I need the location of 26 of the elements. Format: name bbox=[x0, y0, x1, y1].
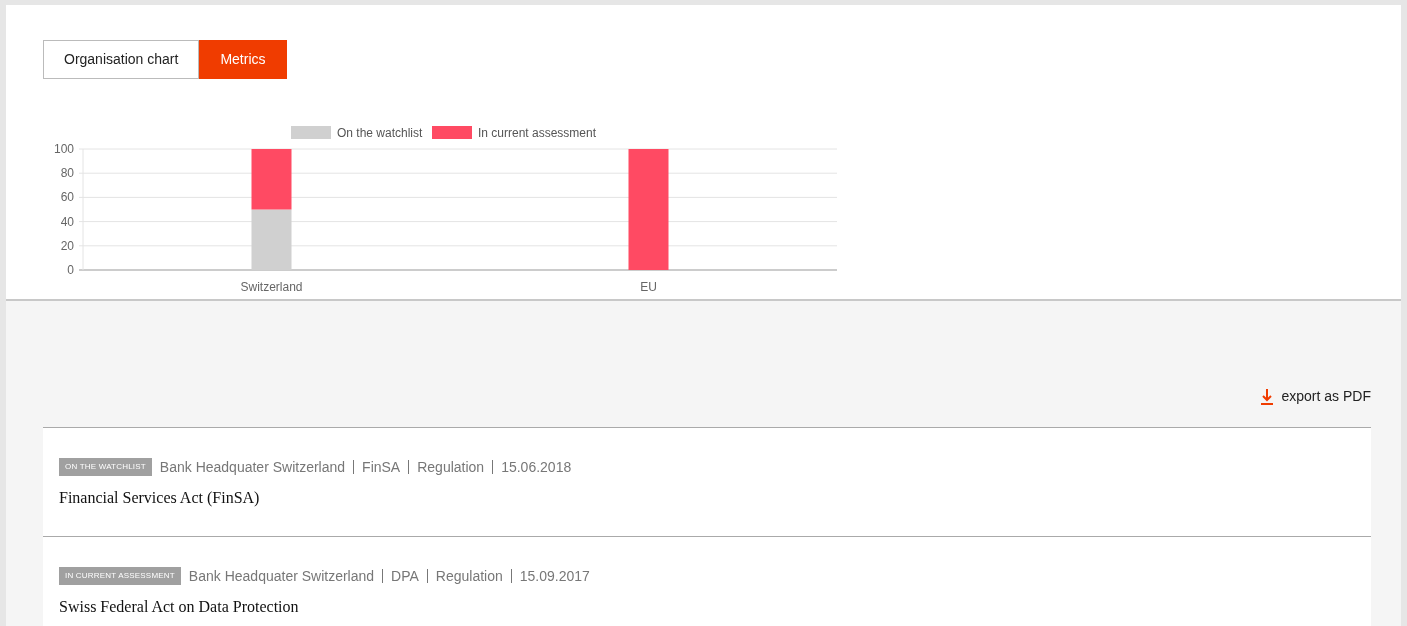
status-tag: ON THE WATCHLIST bbox=[59, 458, 152, 476]
meta-text: Regulation bbox=[426, 569, 511, 583]
axis-tick-label: 60 bbox=[60, 190, 74, 205]
legend-label: On the watchlist bbox=[337, 126, 423, 140]
entry-title[interactable]: Financial Services Act (FinSA) bbox=[59, 486, 1355, 510]
axis-tick-label: 20 bbox=[60, 238, 74, 253]
axis-category-label: EU bbox=[640, 280, 657, 294]
legend-label: In current assessment bbox=[478, 126, 597, 140]
tab[interactable]: Metrics bbox=[199, 40, 287, 79]
axis-tick-label: 80 bbox=[60, 166, 74, 181]
axis-tick-label: 0 bbox=[67, 263, 74, 277]
download-icon bbox=[1259, 388, 1274, 405]
meta-text: 15.06.2018 bbox=[492, 460, 580, 474]
tab[interactable]: Organisation chart bbox=[43, 40, 200, 79]
meta-text: DPA bbox=[382, 569, 427, 583]
meta-text: Bank Headquater Switzerland bbox=[187, 569, 376, 583]
meta-text: Bank Headquater Switzerland bbox=[158, 460, 347, 474]
status-tag: IN CURRENT ASSESSMENT bbox=[59, 567, 181, 585]
axis-tick-label: 100 bbox=[53, 142, 74, 156]
axis-category-label: Switzerland bbox=[240, 280, 303, 294]
axis-tick-label: 40 bbox=[60, 214, 74, 229]
entry-title[interactable]: Swiss Federal Act on Data Protection bbox=[59, 595, 1355, 619]
meta-text: FinSA bbox=[353, 460, 409, 474]
meta-text: 15.09.2017 bbox=[510, 569, 598, 583]
meta-text: Regulation bbox=[408, 460, 493, 474]
export-link[interactable]: export as PDF bbox=[1259, 386, 1371, 407]
